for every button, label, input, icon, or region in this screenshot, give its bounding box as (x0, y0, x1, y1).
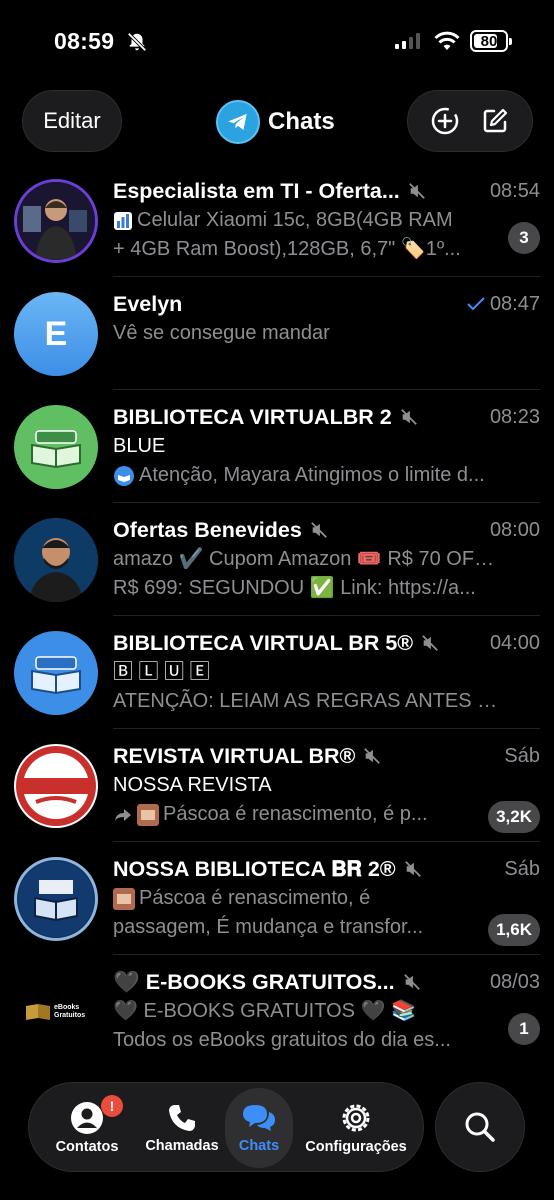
chart-emoji-icon (114, 211, 132, 230)
chat-row[interactable]: eBooks Gratuitos 🖤 E-BOOKS GRATUITOS... … (0, 955, 554, 1068)
page-title: Chats (216, 100, 335, 144)
chat-row[interactable]: Especialista em TI - Oferta... 08:54 Cel… (0, 164, 554, 277)
unread-badge: 3 (508, 222, 540, 254)
mute-icon (400, 409, 417, 425)
chat-preview-line-1: Celular Xiaomi 15c, 8GB(4GB RAM (113, 206, 505, 235)
mute-icon (404, 861, 421, 877)
gear-icon (342, 1104, 370, 1132)
tab-label: Chats (238, 1138, 280, 1154)
chat-preview-line-2: Atenção, Mayara Atingimos o limite d... (113, 461, 505, 490)
chat-name: Ofertas Benevides (113, 517, 302, 542)
search-icon (465, 1112, 495, 1142)
chat-preview-line-2: passagem, É mudança e transfor... (113, 916, 424, 938)
chat-name: Especialista em TI - Oferta... (113, 178, 400, 203)
chat-preview-line-2: R$ 699: SEGUNDOU ✅ Link: https://a... (113, 577, 476, 599)
title-text: Chats (268, 108, 335, 135)
wifi-icon (434, 31, 460, 50)
chat-preview-line-1: NOSSA REVISTA (113, 774, 272, 796)
chat-row[interactable]: BIBLIOTECA VIRTUAL BR 5® 04:00 🄱 🄻 🅄 🄴 A… (0, 616, 554, 729)
chat-name: NOSSA BIBLIOTECA 𝐁𝐑 2® (113, 856, 396, 881)
telegram-logo-icon (216, 100, 260, 144)
edit-button[interactable]: Editar (22, 90, 122, 152)
contacts-icon (71, 1102, 103, 1134)
chat-time: 08:23 (489, 405, 540, 428)
phone-icon (169, 1105, 195, 1131)
mute-icon (403, 974, 420, 990)
alert-badge: ! (101, 1095, 123, 1117)
status-time: 08:59 (54, 28, 115, 54)
new-story-button[interactable] (430, 106, 460, 136)
chat-preview-line-2: Páscoa é renascimento, é p... (113, 800, 505, 829)
chat-row[interactable]: E Evelyn 08:47 Vê se consegue mandar (0, 277, 554, 390)
tab-label: Configurações (305, 1139, 407, 1155)
chat-preview-line-1: amazo ✔️ Cupom Amazon 🎟️ R$ 70 OFF em (113, 548, 505, 570)
avatar: E (14, 292, 98, 376)
chat-time: 08:00 (489, 518, 540, 541)
tab-chats[interactable]: Chats (225, 1088, 293, 1168)
mute-icon (364, 748, 381, 764)
compose-button[interactable] (480, 106, 510, 136)
unread-badge: 1 (508, 1013, 540, 1045)
chat-row[interactable]: NOSSA BIBLIOTECA 𝐁𝐑 2® Sáb Páscoa é rena… (0, 842, 554, 955)
tab-contacts[interactable]: Contatos ! (41, 1083, 133, 1173)
chat-time: Sáb (504, 857, 540, 880)
chat-time: 04:00 (489, 631, 540, 654)
chat-preview-line-1: 🖤 E-BOOKS GRATUITOS 🖤 📚 (113, 1000, 416, 1022)
mute-icon (408, 183, 425, 199)
compose-icon (483, 108, 508, 133)
chat-time: 08:47 (489, 292, 540, 315)
status-bar: 08:59 80 (0, 0, 554, 84)
chat-time: 08:54 (489, 179, 540, 202)
chat-name: REVISTA VIRTUAL BR® (113, 743, 356, 768)
tab-label: Chamadas (145, 1138, 219, 1154)
avatar-letter: E (44, 314, 68, 353)
chat-preview-line-2: Todos os eBooks gratuitos do dia es... (113, 1029, 451, 1051)
read-check-icon (467, 297, 485, 311)
avatar: eBooks Gratuitos (14, 970, 98, 1054)
tab-bar: Contatos ! Chamadas Chats Configurações (28, 1082, 424, 1172)
chat-row[interactable]: BIBLIOTECA VIRTUALBR 2 08:23 BLUE Atençã… (0, 390, 554, 503)
avatar-text: eBooks Gratuitos (54, 1004, 86, 1019)
chat-preview-line-1: Vê se consegue mandar (113, 322, 330, 344)
mute-icon (310, 522, 327, 538)
unread-badge: 1,6K (488, 914, 540, 946)
battery-percent: 80 (480, 32, 498, 50)
chats-icon (243, 1105, 275, 1131)
cellular-signal-icon (395, 33, 420, 49)
chat-name: BIBLIOTECA VIRTUALBR 2 (113, 404, 392, 429)
chat-list: Especialista em TI - Oferta... 08:54 Cel… (0, 164, 554, 1068)
chat-time: Sáb (504, 744, 540, 767)
mute-icon (422, 635, 438, 651)
bell-off-icon (127, 32, 147, 52)
tab-label: Contatos (55, 1139, 119, 1155)
chat-row[interactable]: REVISTA VIRTUAL BR® Sáb NOSSA REVISTA Pá… (0, 729, 554, 842)
chat-time: 08/03 (489, 970, 540, 993)
chat-name: 🖤 E-BOOKS GRATUITOS... (113, 969, 395, 994)
avatar (14, 744, 98, 828)
chat-preview-line-1: Páscoa é renascimento, é (113, 884, 505, 913)
chat-name: Evelyn (113, 291, 183, 316)
chat-preview-line-2: + 4GB Ram Boost),128GB, 6,7" 🏷️1º... (113, 238, 461, 260)
tab-calls[interactable]: Chamadas (133, 1083, 231, 1173)
chat-row[interactable]: Ofertas Benevides 08:00 amazo ✔️ Cupom A… (0, 503, 554, 616)
header-actions (407, 90, 533, 152)
avatar (14, 518, 98, 602)
chat-preview-line-2: ATENÇÃO: LEIAM AS REGRAS ANTES D... (113, 690, 505, 712)
add-story-icon (431, 107, 459, 135)
chat-name: BIBLIOTECA VIRTUAL BR 5® (113, 630, 414, 655)
chat-sender: BLUE (113, 435, 166, 457)
channel-avatar-icon (114, 465, 134, 486)
chat-preview-line-1: 🄱 🄻 🅄 🄴 (113, 661, 210, 683)
search-button[interactable] (435, 1082, 525, 1172)
avatar (14, 857, 98, 941)
thumbnail-icon (113, 887, 135, 910)
forward-icon (115, 808, 131, 821)
avatar (14, 179, 98, 263)
unread-badge: 3,2K (488, 801, 540, 833)
tab-settings[interactable]: Configurações (295, 1083, 417, 1173)
avatar (14, 631, 98, 715)
avatar (14, 405, 98, 489)
battery-icon: 80 (470, 30, 512, 52)
thumbnail-icon (137, 803, 159, 826)
